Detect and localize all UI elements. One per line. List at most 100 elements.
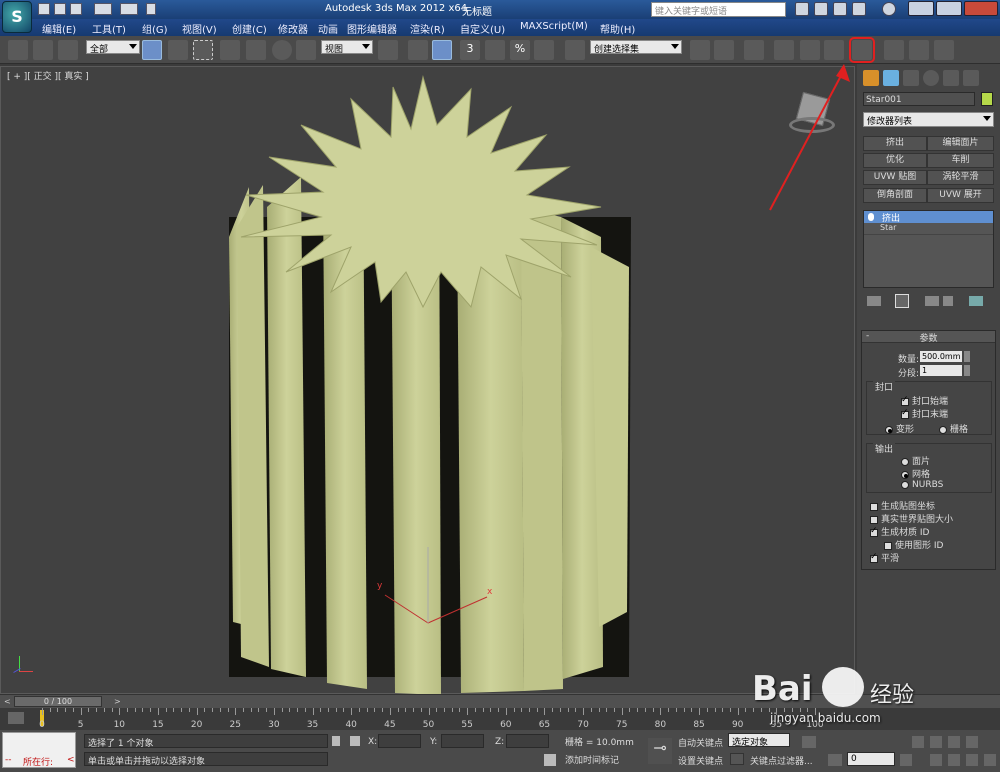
communication-icon[interactable] bbox=[852, 2, 866, 16]
pin-stack-icon[interactable] bbox=[867, 296, 881, 306]
menu-tools[interactable]: 工具(T) bbox=[92, 21, 126, 36]
close-button[interactable] bbox=[964, 1, 998, 16]
y-coordinate-field[interactable] bbox=[441, 734, 484, 748]
add-time-tag[interactable]: 添加时间标记 bbox=[562, 752, 640, 766]
auto-key-button[interactable]: 自动关键点 bbox=[678, 736, 723, 749]
lock-icon[interactable] bbox=[332, 736, 340, 746]
display-tab-icon[interactable] bbox=[943, 70, 959, 86]
redo-icon[interactable] bbox=[120, 3, 138, 15]
remove-modifier-icon[interactable] bbox=[943, 296, 953, 306]
pivot-center-icon[interactable] bbox=[378, 40, 398, 60]
quick-access-dropdown-icon[interactable] bbox=[146, 3, 156, 15]
grid-radio[interactable]: 栅格 bbox=[939, 422, 968, 435]
maxscript-listener[interactable]: -- 所在行: < bbox=[2, 732, 76, 768]
open-file-icon[interactable] bbox=[54, 3, 66, 15]
rotate-icon[interactable] bbox=[272, 40, 292, 60]
extruded-star-object[interactable] bbox=[1, 67, 856, 695]
generate-material-id-checkbox[interactable]: 生成材质 ID bbox=[870, 525, 929, 538]
prev-frame-icon[interactable]: < bbox=[4, 697, 11, 706]
snaps-toggle-icon[interactable]: 3 bbox=[460, 40, 480, 60]
menu-view[interactable]: 视图(V) bbox=[182, 21, 217, 36]
rendered-frame-window-icon[interactable] bbox=[909, 40, 929, 60]
angle-snap-icon[interactable] bbox=[485, 40, 505, 60]
parameters-header[interactable]: - 参数 bbox=[862, 331, 995, 344]
modify-tab-icon[interactable] bbox=[883, 70, 899, 86]
output-mesh-radio[interactable]: 网格 bbox=[901, 467, 930, 480]
time-configuration-icon[interactable] bbox=[900, 754, 912, 766]
utilities-tab-icon[interactable] bbox=[963, 70, 979, 86]
zoom-icon[interactable] bbox=[912, 736, 924, 748]
menu-rendering[interactable]: 渲染(R) bbox=[410, 21, 445, 36]
move-icon[interactable] bbox=[246, 40, 266, 60]
morph-radio[interactable]: 变形 bbox=[885, 422, 914, 435]
real-world-map-checkbox[interactable]: 真实世界贴图大小 bbox=[870, 512, 953, 525]
menu-maxscript[interactable]: MAXScript(M) bbox=[520, 21, 588, 32]
keyboard-shortcut-toggle-icon[interactable] bbox=[432, 40, 452, 60]
object-color-swatch[interactable] bbox=[981, 92, 993, 106]
menu-graph-editors[interactable]: 图形编辑器 bbox=[347, 21, 397, 36]
menu-create[interactable]: 创建(C) bbox=[232, 21, 267, 36]
time-slider-thumb[interactable]: 0 / 100 bbox=[14, 696, 102, 707]
scale-icon[interactable] bbox=[296, 40, 316, 60]
help-icon[interactable] bbox=[882, 2, 896, 16]
smooth-checkbox[interactable]: 平滑 bbox=[870, 551, 899, 564]
output-patch-radio[interactable]: 面片 bbox=[901, 454, 930, 467]
key-filters-button[interactable]: 关键点过滤器... bbox=[750, 754, 813, 767]
amount-field[interactable]: 500.0mm bbox=[920, 351, 962, 362]
align-icon[interactable] bbox=[714, 40, 734, 60]
unwrap-uvw-button[interactable]: UVW 展开 bbox=[927, 188, 994, 203]
named-selection-dropdown[interactable]: 创建选择集 bbox=[590, 40, 682, 55]
reference-coordinate-dropdown[interactable]: 视图 bbox=[321, 40, 373, 55]
current-frame-field[interactable]: 0 bbox=[847, 752, 895, 766]
create-tab-icon[interactable] bbox=[863, 70, 879, 86]
extrude-button[interactable]: 挤出 bbox=[863, 136, 927, 151]
maximize-viewport-icon[interactable] bbox=[984, 754, 996, 766]
turbosmooth-button[interactable]: 涡轮平滑 bbox=[927, 170, 994, 185]
menu-help[interactable]: 帮助(H) bbox=[600, 21, 635, 36]
stack-item-star[interactable]: Star bbox=[864, 223, 993, 235]
maximize-button[interactable] bbox=[936, 1, 962, 16]
binoculars-icon[interactable] bbox=[795, 2, 809, 16]
configure-modifier-sets-icon[interactable] bbox=[969, 296, 983, 306]
key-mode-dropdown[interactable]: 选定对象 bbox=[728, 733, 790, 748]
undo-icon[interactable] bbox=[94, 3, 112, 15]
menu-modifiers[interactable]: 修改器 bbox=[278, 21, 308, 36]
hierarchy-tab-icon[interactable] bbox=[903, 70, 919, 86]
curve-editor-icon[interactable] bbox=[800, 40, 820, 60]
lathe-button[interactable]: 车削 bbox=[927, 153, 994, 168]
make-unique-icon[interactable] bbox=[925, 296, 939, 306]
zoom-extents-all-icon[interactable] bbox=[966, 736, 978, 748]
rectangular-selection-icon[interactable] bbox=[193, 40, 213, 60]
output-nurbs-radio[interactable]: NURBS bbox=[901, 480, 943, 490]
use-shape-id-checkbox[interactable]: 使用图形 ID bbox=[884, 538, 943, 551]
add-time-tag-icon[interactable] bbox=[544, 754, 556, 766]
bevel-profile-button[interactable]: 倒角剖面 bbox=[863, 188, 927, 203]
zoom-all-icon[interactable] bbox=[930, 736, 942, 748]
mini-curve-editor-icon[interactable] bbox=[8, 712, 24, 724]
search-input[interactable]: 键入关键字或短语 bbox=[651, 2, 786, 17]
key-icon[interactable]: ⊸ bbox=[648, 738, 672, 764]
orbit-icon[interactable] bbox=[966, 754, 978, 766]
generate-mapping-checkbox[interactable]: 生成贴图坐标 bbox=[870, 499, 935, 512]
menu-customize[interactable]: 自定义(U) bbox=[460, 21, 505, 36]
absolute-mode-icon[interactable] bbox=[350, 736, 360, 746]
cap-end-checkbox[interactable]: 封口末端 bbox=[901, 407, 948, 420]
show-end-result-icon[interactable] bbox=[895, 294, 909, 308]
go-to-start-icon[interactable] bbox=[828, 754, 842, 766]
schematic-view-icon[interactable] bbox=[824, 40, 844, 60]
select-by-name-icon[interactable] bbox=[168, 40, 188, 60]
menu-animation[interactable]: 动画 bbox=[318, 21, 338, 36]
object-name-field[interactable]: Star001 bbox=[863, 92, 975, 106]
new-file-icon[interactable] bbox=[38, 3, 50, 15]
segments-field[interactable]: 1 bbox=[920, 365, 962, 376]
minimize-button[interactable] bbox=[908, 1, 934, 16]
modifier-list-dropdown[interactable]: 修改器列表 bbox=[863, 112, 994, 127]
stack-item-extrude[interactable]: 挤出 bbox=[864, 211, 993, 224]
mirror-icon[interactable] bbox=[690, 40, 710, 60]
link-icon[interactable] bbox=[8, 40, 28, 60]
material-editor-icon[interactable] bbox=[849, 37, 875, 63]
spinner-snap-icon[interactable] bbox=[534, 40, 554, 60]
menu-group[interactable]: 组(G) bbox=[142, 21, 168, 36]
pan-icon[interactable] bbox=[948, 754, 960, 766]
layer-manager-icon[interactable] bbox=[744, 40, 764, 60]
